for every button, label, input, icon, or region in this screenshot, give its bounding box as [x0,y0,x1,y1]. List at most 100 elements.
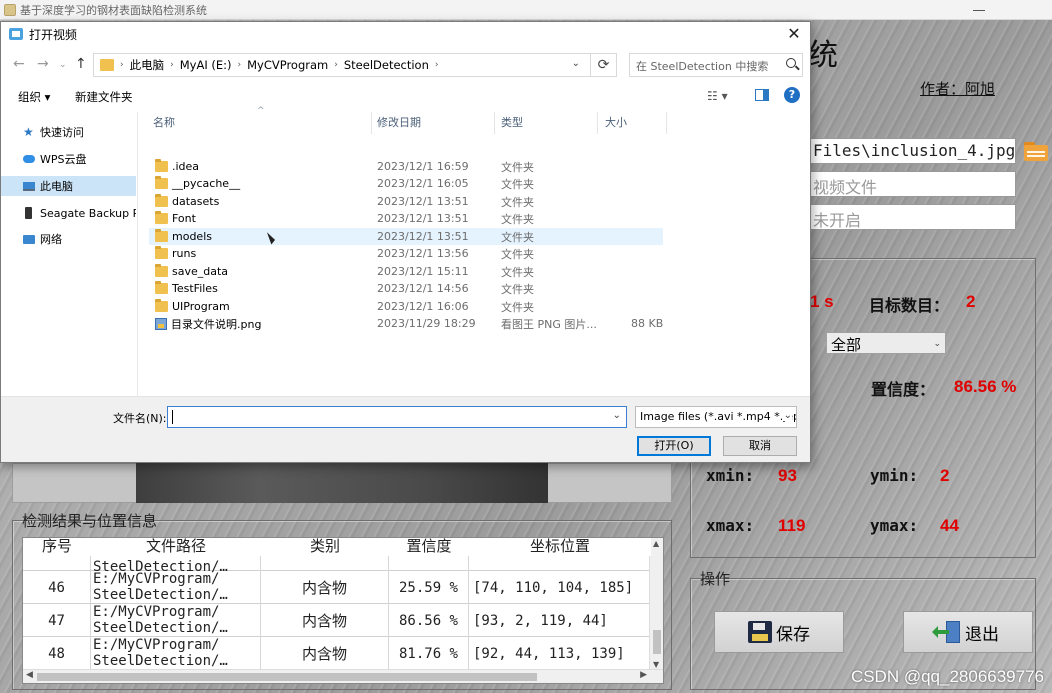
folder-icon [155,299,168,312]
navigation-pane: ★快速访问 WPS云盘 此电脑 Seagate Backup Plu 网络 [1,112,137,402]
scroll-left-icon[interactable]: ◀ [26,670,33,680]
column-header-name[interactable]: 名称 [153,114,175,134]
breadcrumb-item[interactable]: MyCVProgram [247,58,328,72]
sort-ascending-icon: ^ [257,106,265,116]
header-path[interactable]: 文件路径 [91,538,261,555]
table-cell-confidence: 86.56 % [389,604,469,637]
breadcrumb-item[interactable]: MyAI (E:) [180,58,232,72]
help-icon[interactable]: ? [784,87,800,103]
minimize-button[interactable] [972,3,986,17]
page-title-fragment: 统 [808,38,838,73]
open-image-button[interactable] [1022,139,1050,163]
confidence-value: 86.56 % [954,377,1017,396]
column-header-type[interactable]: 类型 [501,114,523,134]
table-vertical-scrollbar[interactable]: ▲ ▼ [649,538,663,670]
video-path-field[interactable]: 视频文件 [806,171,1016,197]
new-folder-button[interactable]: 新建文件夹 [75,89,133,105]
forward-arrow-icon[interactable]: → [37,56,49,72]
header-coords[interactable]: 坐标位置 [469,538,651,555]
close-icon[interactable]: ✕ [784,24,804,44]
table-header: 序号 文件路径 类别 置信度 坐标位置 [23,538,651,556]
exit-button[interactable]: 退出 [903,611,1033,653]
back-arrow-icon[interactable]: ← [13,56,25,72]
table-cell-index: 47 [23,604,91,637]
file-row[interactable]: TestFiles 2023/12/1 14:56 文件夹 [149,280,663,297]
chevron-down-icon[interactable]: ⌄ [781,410,792,421]
scroll-up-icon[interactable]: ▲ [653,539,659,548]
file-row[interactable]: UIProgram 2023/12/1 16:06 文件夹 [149,298,663,315]
file-row[interactable]: save_data 2023/12/1 15:11 文件夹 [149,263,663,280]
results-table[interactable]: SteelDetection/… 序号 文件路径 类别 置信度 坐标位置 46 … [22,537,664,684]
up-arrow-icon[interactable]: ↑ [75,56,87,72]
camera-status-field[interactable]: 未开启 [806,204,1016,230]
file-row[interactable]: datasets 2023/12/1 13:51 文件夹 [149,193,663,210]
preview-pane-icon[interactable] [755,89,769,101]
save-icon [748,621,772,643]
table-row[interactable]: 47 E:/MyCVProgram/SteelDetection/… 内含物 8… [23,604,651,637]
column-header-size[interactable]: 大小 [605,114,627,134]
nav-item-this-pc[interactable]: 此电脑 [1,176,136,196]
folder-icon [155,176,168,189]
scroll-down-icon[interactable]: ▼ [653,660,659,669]
file-row[interactable]: __pycache__ 2023/12/1 16:05 文件夹 [149,175,663,192]
header-index[interactable]: 序号 [23,538,91,555]
nav-item-quick-access[interactable]: ★ 快速访问 [1,122,136,142]
watermark: CSDN @qq_2806639776 [850,667,1044,686]
table-cell-class: 内含物 [261,604,389,637]
xmax-value: 119 [778,516,806,535]
filename-input[interactable]: ⌄ [167,406,627,428]
breadcrumb-item[interactable]: SteelDetection [344,58,429,72]
view-options-icon[interactable]: ☷ ▾ [707,89,728,103]
search-icon[interactable] [786,58,796,68]
breadcrumb-item[interactable]: 此电脑 [130,57,165,73]
ymin-value: 2 [940,466,950,485]
search-placeholder: 在 SteelDetection 中搜索 [636,60,769,73]
file-row[interactable]: runs 2023/12/1 13:56 文件夹 [149,245,663,262]
target-count-value: 2 [966,292,976,311]
nav-item-seagate[interactable]: Seagate Backup Plu [1,203,136,223]
column-header-date[interactable]: 修改日期 [377,114,421,134]
app-title: 基于深度学习的钢材表面缺陷检测系统 [20,3,207,17]
filename-label: 文件名(N): [113,412,167,425]
file-row[interactable]: .idea 2023/12/1 16:59 文件夹 [149,158,663,175]
command-bar: 组织 ▾ 新建文件夹 ☷ ▾ ? [1,84,810,110]
nav-item-wps-cloud[interactable]: WPS云盘 [1,149,136,169]
table-row[interactable]: 46 E:/MyCVProgram/SteelDetection/… 内含物 2… [23,571,651,604]
target-select[interactable]: 全部 ⌄ [826,332,946,354]
table-cell-confidence: 81.76 % [389,637,469,670]
cancel-button[interactable]: 取消 [723,436,797,456]
file-row[interactable]: models 2023/12/1 13:51 文件夹 [149,228,663,245]
open-button[interactable]: 打开(O) [637,436,711,456]
address-bar[interactable]: › 此电脑 › MyAI (E:) › MyCVProgram › SteelD… [93,53,591,77]
open-file-dialog: 打开视频 ✕ ← → ⌄ ↑ › 此电脑 › MyAI (E:) › MyCVP… [0,21,811,463]
table-horizontal-scrollbar[interactable]: ◀ ▶ [23,669,663,683]
xmax-label: xmax: [706,516,755,535]
header-confidence[interactable]: 置信度 [389,538,469,555]
xmin-value: 93 [778,466,797,485]
save-button[interactable]: 保存 [714,611,844,653]
chevron-down-icon[interactable]: ⌄ [613,410,621,421]
computer-icon [23,181,35,191]
file-row[interactable]: 目录文件说明.png 2023/11/29 18:29 看图王 PNG 图片... 8… [149,315,663,332]
table-cell-coords: [92, 44, 113, 139] [469,637,651,670]
chevron-down-icon[interactable]: ⌄ [572,58,580,69]
folder-icon [155,246,168,259]
cloud-icon [23,155,35,163]
file-type-select[interactable]: Image files (*.avi *.mp4 *.jep ⌄ [635,406,797,428]
xmin-label: xmin: [706,466,755,485]
folder-icon [155,281,168,294]
nav-item-network[interactable]: 网络 [1,229,136,249]
dialog-footer: 文件名(N): ⌄ Image files (*.avi *.mp4 *.jep… [1,396,810,462]
recent-locations-icon[interactable]: ⌄ [59,60,67,70]
confidence-label: 置信度： [871,380,936,399]
header-class[interactable]: 类别 [261,538,389,555]
file-path-field[interactable]: Files\inclusion_4.jpg [806,138,1016,164]
table-cell-class: 内含物 [261,637,389,670]
refresh-icon[interactable]: ⟳ [591,53,617,77]
table-row[interactable]: 48 E:/MyCVProgram/SteelDetection/… 内含物 8… [23,637,651,670]
search-input[interactable]: 在 SteelDetection 中搜索 [629,53,803,77]
organize-button[interactable]: 组织 ▾ [18,89,50,105]
file-row[interactable]: Font 2023/12/1 13:51 文件夹 [149,210,663,227]
ymin-label: ymin: [870,466,919,485]
scroll-right-icon[interactable]: ▶ [640,670,647,680]
